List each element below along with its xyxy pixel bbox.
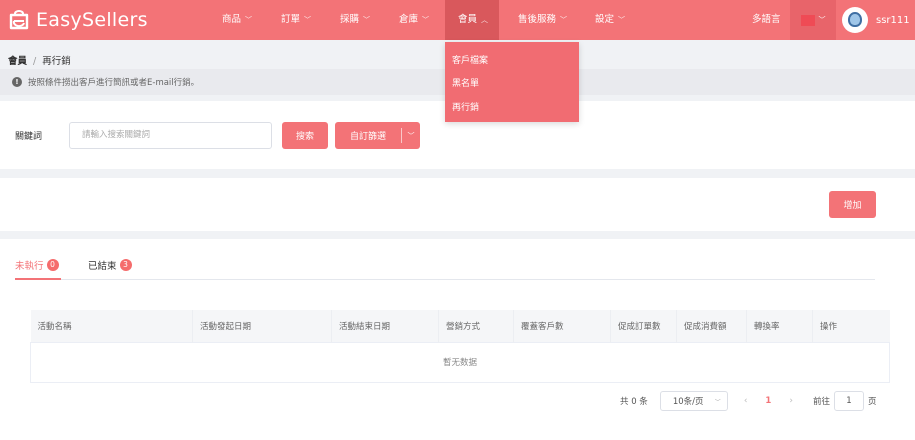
active-tab-indicator (15, 278, 61, 280)
column-header: 促成消費額 (676, 310, 747, 342)
breadcrumb-root[interactable]: 會員 (8, 56, 27, 67)
pagination: 共 0 条 10条/页 ﹀ ‹ 1 › 前往 1 页 (620, 391, 876, 411)
action-panel: 2 增加 (0, 178, 915, 231)
custom-filter-label: 自訂篩選 (349, 132, 386, 142)
user-menu[interactable]: ssr111 (842, 0, 910, 40)
breadcrumb-current: 再行銷 (42, 56, 71, 67)
column-header: 轉換率 (746, 310, 813, 342)
logo-text: EasySellers (36, 9, 148, 31)
goto-page-input[interactable]: 1 (833, 391, 864, 411)
keyword-search-input[interactable]: 請輸入搜索關鍵詞 (69, 122, 272, 149)
nav-item-settings[interactable]: 設定 ﹀ (595, 0, 625, 40)
notice-text: 按照條件撈出客戶進行簡訊或者E-mail行銷。 (28, 78, 200, 88)
breadcrumb: 會員 / 再行銷 (8, 53, 71, 67)
campaign-list-panel: 未執行 0 已結束 3 活動名稱 活動發起日期 活動結束日期 營銷方式 覆蓋客戶… (0, 239, 915, 440)
nav-item-label: 售後服務 (518, 14, 557, 25)
nav-item-purchasing[interactable]: 採購 ﹀ (340, 0, 370, 40)
chevron-down-icon: ﹀ (363, 16, 371, 24)
page-size-value: 10条/页 (672, 397, 704, 407)
chevron-up-icon: ︿ (481, 16, 489, 24)
tab-label: 未執行 (15, 261, 44, 272)
chevron-down-icon[interactable]: ﹀ (402, 131, 420, 141)
avatar (842, 7, 868, 33)
members-dropdown-menu: 客戶檔案 黑名單 再行銷 (445, 42, 579, 122)
table-header-row: 活動名稱 活動發起日期 活動結束日期 營銷方式 覆蓋客戶數 促成訂單數 促成消費… (30, 310, 890, 342)
search-button[interactable]: 搜索 (282, 122, 328, 149)
chevron-down-icon: ﹀ (618, 16, 626, 24)
logo-bag-icon (8, 10, 30, 30)
nav-item-products[interactable]: 商品 ﹀ (222, 0, 252, 40)
chevron-down-icon: ﹀ (714, 398, 721, 406)
count-badge: 0 (46, 259, 59, 271)
nav-item-label: 倉庫 (399, 14, 419, 25)
add-button[interactable]: 增加 (829, 191, 876, 218)
chevron-down-icon: ﹀ (818, 16, 826, 24)
empty-state-text: 暫无数据 (30, 341, 890, 383)
nav-item-label: 會員 (458, 14, 478, 25)
chevron-down-icon: ﹀ (422, 16, 430, 24)
nav-item-orders[interactable]: 訂單 ﹀ (281, 0, 311, 40)
language-selector[interactable]: 多語言 (752, 0, 781, 40)
page-suffix: 页 (867, 397, 877, 407)
custom-filter-button[interactable]: 自訂篩選 ﹀ (335, 122, 420, 149)
region-flag-dropdown[interactable]: ﹀ (790, 0, 836, 40)
column-header: 覆蓋客戶數 (513, 310, 611, 342)
app-logo[interactable]: EasySellers (8, 8, 148, 32)
menu-item-blacklist[interactable]: 黑名單 (452, 76, 479, 89)
nav-item-label: 設定 (595, 14, 615, 25)
column-header: 活動結束日期 (331, 310, 439, 342)
menu-item-customer-profiles[interactable]: 客戶檔案 (452, 53, 488, 66)
next-page-icon[interactable]: › (789, 396, 793, 406)
nav-item-members[interactable]: 會員 ︿ (445, 0, 499, 40)
total-count: 共 0 条 (620, 397, 648, 407)
status-tabs: 未執行 0 已結束 3 (15, 258, 875, 280)
nav-item-label: 訂單 (281, 14, 301, 25)
nav-item-after-sales[interactable]: 售後服務 ﹀ (518, 0, 567, 40)
column-header: 操作 (812, 310, 890, 342)
table-row: 暫无数据 (30, 341, 890, 383)
tab-ended[interactable]: 已結束 3 (88, 258, 132, 272)
tab-label: 已結束 (88, 261, 117, 272)
nav-item-label: 採購 (340, 14, 360, 25)
campaign-table: 活動名稱 活動發起日期 活動結束日期 營銷方式 覆蓋客戶數 促成訂單數 促成消費… (30, 310, 890, 383)
nav-item-warehouse[interactable]: 倉庫 ﹀ (399, 0, 429, 40)
nav-item-label: 商品 (222, 14, 242, 25)
goto-label: 前往 (812, 397, 830, 407)
chevron-down-icon: ﹀ (245, 16, 253, 24)
chevron-down-icon: ﹀ (560, 16, 568, 24)
top-navbar: EasySellers 商品 ﹀ 訂單 ﹀ 採購 ﹀ 倉庫 ﹀ 會員 ︿ 售後服務 ﹀ 設定… (0, 0, 915, 40)
tab-not-executed[interactable]: 未執行 0 (15, 258, 59, 272)
column-header: 促成訂單數 (610, 310, 677, 342)
breadcrumb-separator: / (33, 56, 37, 67)
username: ssr111 (876, 14, 910, 26)
column-header: 營銷方式 (438, 310, 514, 342)
page-number-current[interactable]: 1 (765, 396, 771, 406)
column-header: 活動發起日期 (192, 310, 332, 342)
info-icon: ! (12, 77, 22, 87)
menu-item-remarketing[interactable]: 再行銷 (452, 100, 479, 113)
prev-page-icon[interactable]: ‹ (744, 396, 748, 406)
flag-icon (800, 14, 815, 26)
chevron-down-icon: ﹀ (304, 16, 312, 24)
keyword-label: 關鍵詞 (15, 132, 43, 142)
count-badge: 3 (119, 259, 132, 271)
page-size-select[interactable]: 10条/页 ﹀ (659, 391, 728, 411)
column-header: 活動名稱 (30, 310, 193, 342)
